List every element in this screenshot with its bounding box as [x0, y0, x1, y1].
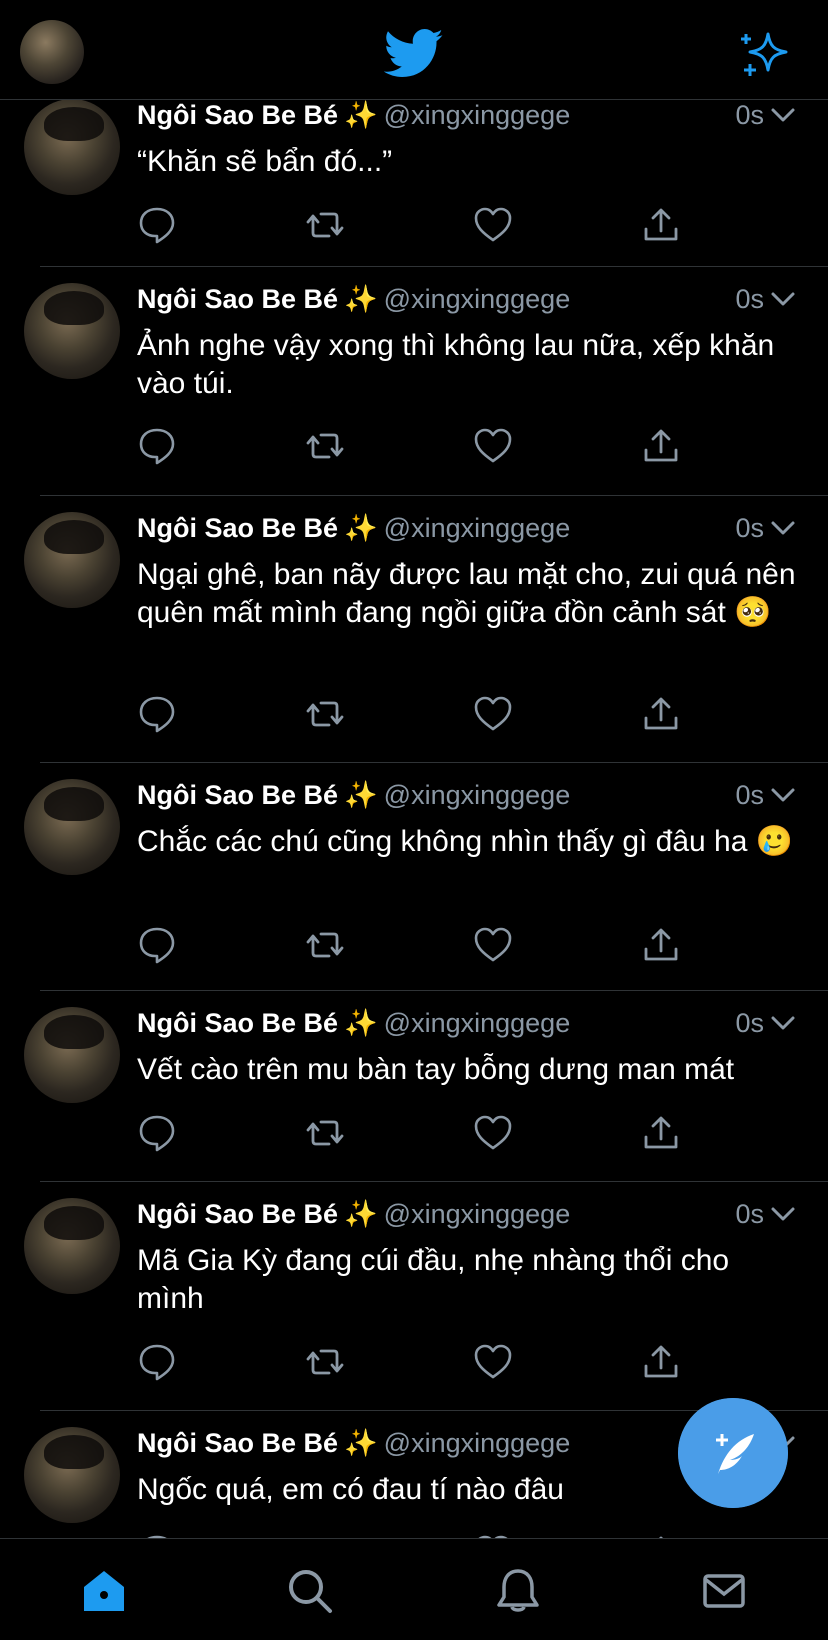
author-name[interactable]: Ngôi Sao Be Bé	[137, 780, 338, 810]
share-icon[interactable]	[641, 205, 681, 245]
sparkles-emoji: ✨	[344, 513, 378, 543]
timeline-feed[interactable]: Ngôi Sao Be Bé ✨ @xingxinggege 0s “Khăn sẽ b…	[0, 99, 828, 1538]
retweet-icon[interactable]	[305, 1113, 345, 1153]
retweet-icon[interactable]	[305, 426, 345, 466]
reply-icon[interactable]	[137, 1342, 177, 1382]
tweet-actions	[137, 925, 697, 965]
author-name[interactable]: Ngôi Sao Be Bé	[137, 513, 338, 543]
tweet-text: Ngại ghê, ban nãy được lau mặt cho, zui …	[137, 558, 796, 629]
tweet-text: Ảnh nghe vậy xong thì không lau nữa, xếp…	[137, 329, 775, 400]
tweet-divider	[40, 762, 828, 763]
tweet-divider	[40, 266, 828, 267]
sparkles-emoji: ✨	[344, 780, 378, 810]
tweet-divider	[40, 990, 828, 991]
sparkle-icon[interactable]	[740, 30, 790, 80]
author-avatar[interactable]	[24, 99, 120, 195]
author-handle[interactable]: @xingxinggege	[384, 1199, 571, 1229]
author-name[interactable]: Ngôi Sao Be Bé	[137, 284, 338, 314]
retweet-icon[interactable]	[305, 925, 345, 965]
messages-icon[interactable]	[700, 1567, 748, 1615]
tweet-text: Mã Gia Kỳ đang cúi đầu, nhẹ nhàng thổi c…	[137, 1244, 730, 1315]
tweet-text: Chắc các chú cũng không nhìn thấy gì đâu…	[137, 825, 794, 858]
like-icon[interactable]	[473, 1113, 513, 1153]
sparkles-emoji: ✨	[344, 1428, 378, 1458]
tweet-header: Ngôi Sao Be Bé ✨ @xingxinggege	[137, 777, 570, 813]
author-name[interactable]: Ngôi Sao Be Bé	[137, 1008, 338, 1038]
twitter-bird-icon[interactable]	[384, 28, 444, 80]
tweet-timestamp: 0s	[735, 513, 764, 543]
author-avatar[interactable]	[24, 779, 120, 875]
author-avatar[interactable]	[24, 1427, 120, 1523]
like-icon[interactable]	[473, 1342, 513, 1382]
reply-icon[interactable]	[137, 426, 177, 466]
author-handle[interactable]: @xingxinggege	[384, 1428, 571, 1458]
author-handle[interactable]: @xingxinggege	[384, 284, 571, 314]
author-avatar[interactable]	[24, 1007, 120, 1103]
tweet-header: Ngôi Sao Be Bé ✨ @xingxinggege	[137, 1196, 570, 1232]
tweet-timestamp: 0s	[735, 1199, 764, 1229]
search-icon[interactable]	[286, 1567, 334, 1615]
sparkles-emoji: ✨	[344, 1008, 378, 1038]
share-icon[interactable]	[641, 1113, 681, 1153]
chevron-down-icon[interactable]	[770, 107, 796, 123]
tweet-divider	[40, 495, 828, 496]
compose-tweet-button[interactable]	[678, 1398, 788, 1508]
share-icon[interactable]	[641, 694, 681, 734]
tweet-actions	[137, 205, 697, 245]
notifications-icon[interactable]	[494, 1567, 542, 1615]
tweet-timestamp: 0s	[735, 100, 764, 130]
like-icon[interactable]	[473, 205, 513, 245]
like-icon[interactable]	[473, 426, 513, 466]
share-icon[interactable]	[641, 1342, 681, 1382]
bottom-tab-bar	[0, 1538, 828, 1640]
author-handle[interactable]: @xingxinggege	[384, 100, 571, 130]
tweet-divider	[40, 1181, 828, 1182]
chevron-down-icon[interactable]	[770, 1015, 796, 1031]
tweet-timestamp: 0s	[735, 284, 764, 314]
author-name[interactable]: Ngôi Sao Be Bé	[137, 1428, 338, 1458]
author-handle[interactable]: @xingxinggege	[384, 780, 571, 810]
author-avatar[interactable]	[24, 283, 120, 379]
tweet-actions	[137, 1342, 697, 1382]
author-name[interactable]: Ngôi Sao Be Bé	[137, 100, 338, 130]
author-avatar[interactable]	[24, 1198, 120, 1294]
reply-icon[interactable]	[137, 1113, 177, 1153]
tweet-actions	[137, 426, 697, 466]
tweet-header: Ngôi Sao Be Bé ✨ @xingxinggege	[137, 281, 570, 317]
chevron-down-icon[interactable]	[770, 787, 796, 803]
home-icon[interactable]	[80, 1567, 128, 1615]
tweet-actions	[137, 694, 697, 734]
tweet-header: Ngôi Sao Be Bé ✨ @xingxinggege	[137, 1005, 570, 1041]
tweet-header: Ngôi Sao Be Bé ✨ @xingxinggege	[137, 99, 570, 133]
like-icon[interactable]	[473, 925, 513, 965]
retweet-icon[interactable]	[305, 205, 345, 245]
author-handle[interactable]: @xingxinggege	[384, 513, 571, 543]
tweet-text: “Khăn sẽ bẩn đó...”	[137, 145, 393, 178]
sparkles-emoji: ✨	[344, 284, 378, 314]
reply-icon[interactable]	[137, 205, 177, 245]
author-avatar[interactable]	[24, 512, 120, 608]
chevron-down-icon[interactable]	[770, 520, 796, 536]
chevron-down-icon[interactable]	[770, 1206, 796, 1222]
retweet-icon[interactable]	[305, 694, 345, 734]
author-name[interactable]: Ngôi Sao Be Bé	[137, 1199, 338, 1229]
tweet-header: Ngôi Sao Be Bé ✨ @xingxinggege	[137, 1425, 570, 1461]
top-header	[0, 0, 828, 100]
reply-icon[interactable]	[137, 694, 177, 734]
sparkles-emoji: ✨	[344, 100, 378, 130]
chevron-down-icon[interactable]	[770, 291, 796, 307]
tweet-text: Vết cào trên mu bàn tay bỗng dưng man má…	[137, 1053, 735, 1086]
sparkles-emoji: ✨	[344, 1199, 378, 1229]
like-icon[interactable]	[473, 694, 513, 734]
share-icon[interactable]	[641, 426, 681, 466]
share-icon[interactable]	[641, 925, 681, 965]
tweet-timestamp: 0s	[735, 780, 764, 810]
author-handle[interactable]: @xingxinggege	[384, 1008, 571, 1038]
profile-avatar[interactable]	[20, 20, 84, 84]
retweet-icon[interactable]	[305, 1342, 345, 1382]
tweet-timestamp: 0s	[735, 1008, 764, 1038]
tweet-header: Ngôi Sao Be Bé ✨ @xingxinggege	[137, 510, 570, 546]
reply-icon[interactable]	[137, 925, 177, 965]
tweet-actions	[137, 1113, 697, 1153]
